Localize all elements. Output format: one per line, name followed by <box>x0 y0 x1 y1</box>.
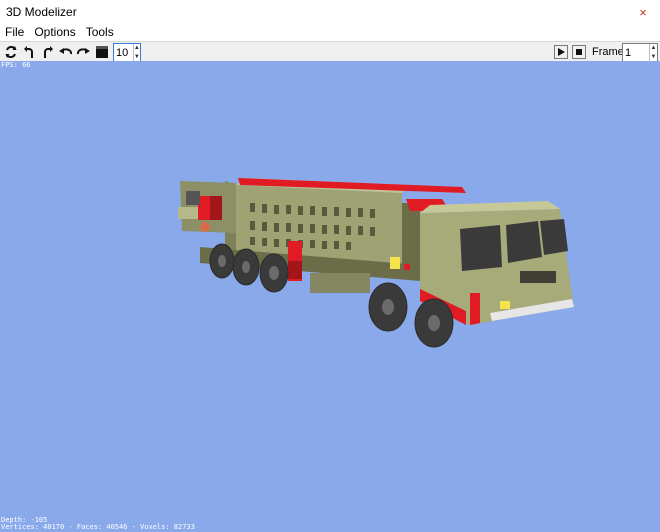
undo-icon[interactable] <box>57 44 73 60</box>
close-button[interactable]: × <box>626 0 660 24</box>
frame-up-icon[interactable]: ▲ <box>650 44 657 53</box>
frame-stepper[interactable]: ▲ ▼ <box>622 43 658 62</box>
window-title: 3D Modelizer <box>6 5 77 19</box>
refresh-icon[interactable] <box>3 44 19 60</box>
rotate-left-icon[interactable] <box>22 44 38 60</box>
redo-icon[interactable] <box>76 44 92 60</box>
menu-options[interactable]: Options <box>29 24 80 41</box>
3d-viewport[interactable]: FPS: 66 Depth: -105 Vertices: 40170 - Fa… <box>0 61 660 532</box>
background-color-icon[interactable] <box>94 44 110 60</box>
rotate-right-icon[interactable] <box>39 44 55 60</box>
title-bar: 3D Modelizer × <box>0 0 660 24</box>
menu-tools[interactable]: Tools <box>81 24 119 41</box>
toolbar: ▲ ▼ Frame: ▲ ▼ <box>0 41 660 62</box>
stop-button[interactable] <box>572 45 586 59</box>
frame-down-icon[interactable]: ▼ <box>650 53 657 62</box>
stop-icon <box>576 49 582 55</box>
menu-file[interactable]: File <box>0 24 29 41</box>
zoom-stepper[interactable]: ▲ ▼ <box>113 43 141 62</box>
zoom-up-icon[interactable]: ▲ <box>134 44 140 53</box>
frame-input[interactable] <box>623 44 649 61</box>
play-icon <box>558 48 565 56</box>
zoom-input[interactable] <box>114 44 133 61</box>
zoom-down-icon[interactable]: ▼ <box>134 53 140 62</box>
truck-model <box>178 178 574 348</box>
close-icon: × <box>639 4 647 20</box>
model-stats: Vertices: 40170 - Faces: 40546 - Voxels:… <box>1 523 195 531</box>
play-button[interactable] <box>554 45 568 59</box>
menu-bar: File Options Tools <box>0 24 660 41</box>
